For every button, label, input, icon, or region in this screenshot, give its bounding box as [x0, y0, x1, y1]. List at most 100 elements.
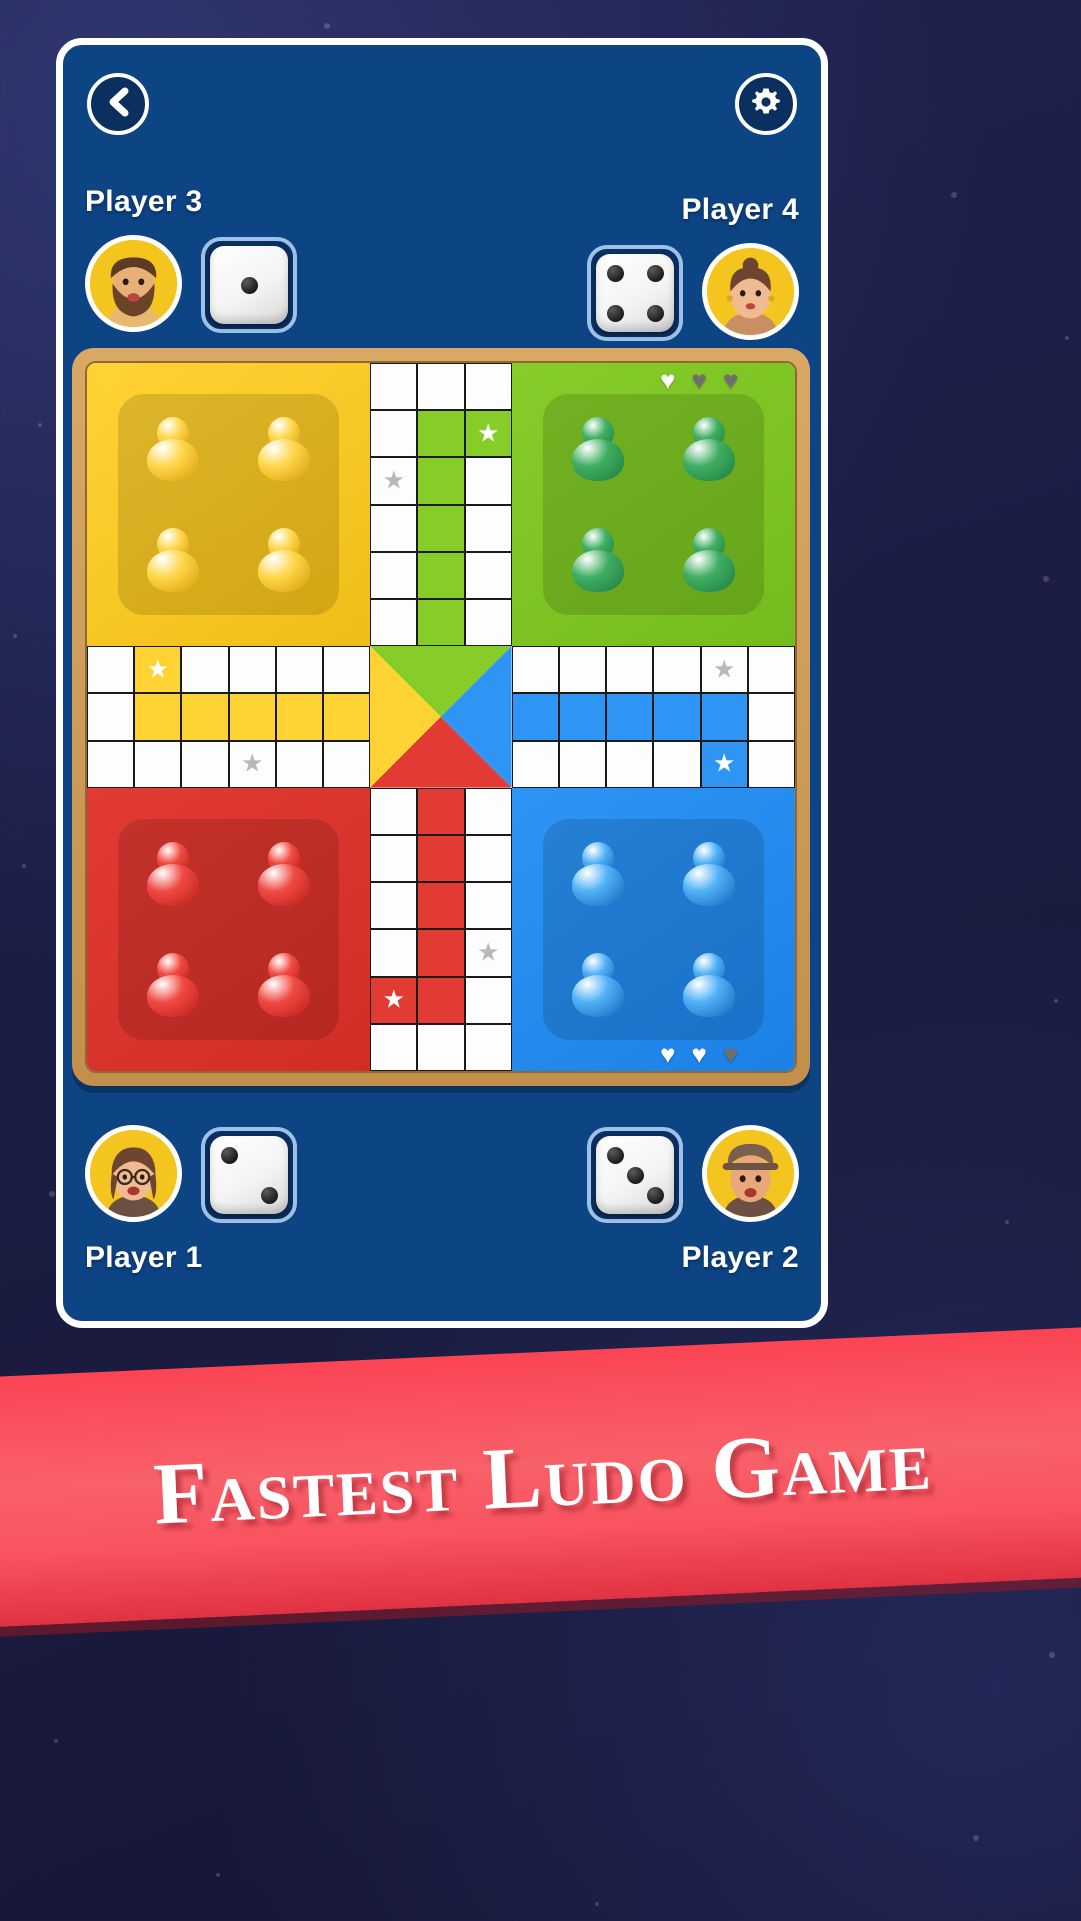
board-cell[interactable] [417, 835, 465, 883]
board-cell[interactable] [653, 740, 701, 788]
chevron-left-icon [105, 87, 131, 122]
board-cell[interactable] [181, 740, 229, 788]
board-cell[interactable] [464, 504, 512, 552]
board-cell[interactable] [417, 504, 465, 552]
board-cell[interactable] [700, 693, 748, 741]
board-cell[interactable] [417, 976, 465, 1024]
board-cell[interactable] [370, 410, 418, 458]
dice-p1[interactable] [201, 1127, 297, 1223]
board-cell[interactable] [370, 1023, 418, 1071]
avatar-p1[interactable] [85, 1125, 182, 1222]
safe-cell[interactable]: ★ [134, 646, 182, 694]
dice-pip [606, 304, 624, 322]
avatar-p4[interactable] [702, 243, 799, 340]
board-cell[interactable] [464, 363, 512, 411]
board-cell[interactable] [323, 646, 371, 694]
safe-cell[interactable]: ★ [700, 646, 748, 694]
avatar-p3[interactable] [85, 235, 182, 332]
board-cell[interactable] [87, 646, 135, 694]
star-icon: ★ [476, 938, 500, 967]
back-button[interactable] [87, 73, 149, 135]
board-cell[interactable] [417, 599, 465, 647]
board-cell[interactable] [87, 693, 135, 741]
board-cell[interactable] [417, 882, 465, 930]
board-cell[interactable] [370, 929, 418, 977]
board-cell[interactable] [511, 693, 559, 741]
board-cell[interactable] [464, 551, 512, 599]
board-cell[interactable] [275, 740, 323, 788]
dice-pip [646, 264, 664, 282]
board-cell[interactable] [747, 693, 795, 741]
board-cell[interactable] [417, 363, 465, 411]
dice-p4[interactable] [587, 245, 683, 341]
safe-cell[interactable]: ★ [370, 976, 418, 1024]
board-cell[interactable] [228, 693, 276, 741]
board-cell[interactable] [370, 882, 418, 930]
board-cell[interactable] [606, 693, 654, 741]
safe-cell[interactable]: ★ [464, 410, 512, 458]
safe-cell[interactable]: ★ [370, 457, 418, 505]
promo-banner: Fastest Ludo Game [0, 1326, 1081, 1628]
star-dot [1048, 1652, 1055, 1659]
board-cell[interactable] [370, 835, 418, 883]
safe-cell[interactable]: ★ [464, 929, 512, 977]
board-cell[interactable] [370, 551, 418, 599]
board-cell[interactable] [464, 457, 512, 505]
board-cell[interactable] [464, 1023, 512, 1071]
board-cell[interactable] [370, 363, 418, 411]
avatar-p2[interactable] [702, 1125, 799, 1222]
board-cell[interactable] [370, 504, 418, 552]
glasses-woman-avatar [90, 1130, 177, 1217]
safe-cell[interactable]: ★ [700, 740, 748, 788]
dice-pip [606, 264, 624, 282]
settings-button[interactable] [735, 73, 797, 135]
dice-pip [646, 304, 664, 322]
star-dot [48, 1191, 55, 1198]
board-cell[interactable] [181, 693, 229, 741]
board-cell[interactable] [417, 410, 465, 458]
board-cell[interactable] [464, 882, 512, 930]
board-cell[interactable] [464, 599, 512, 647]
star-icon: ★ [382, 985, 405, 1014]
board-cell[interactable] [275, 693, 323, 741]
star-icon: ★ [240, 749, 264, 778]
board-cell[interactable] [323, 693, 371, 741]
board-cell[interactable] [134, 740, 182, 788]
board-cell[interactable] [323, 740, 371, 788]
board-cell[interactable] [464, 835, 512, 883]
board-cell[interactable] [181, 646, 229, 694]
board-cell[interactable] [370, 787, 418, 835]
board-cell[interactable] [511, 646, 559, 694]
board-cell[interactable] [747, 646, 795, 694]
star-icon: ★ [146, 655, 169, 684]
board-cell[interactable] [511, 740, 559, 788]
board-cell[interactable] [417, 1023, 465, 1071]
board-cell[interactable] [606, 646, 654, 694]
board-cell[interactable] [370, 599, 418, 647]
star-dot [1053, 998, 1058, 1003]
ludo-board[interactable]: ♥♥♥ ♥♥♥ ♥♥♥ ♥♥♥ ★★★★★★★★ [72, 348, 810, 1086]
dice-p2[interactable] [587, 1127, 683, 1223]
safe-cell[interactable]: ★ [228, 740, 276, 788]
dice-p3[interactable] [201, 237, 297, 333]
board-cell[interactable] [559, 693, 607, 741]
board-cell[interactable] [134, 693, 182, 741]
board-cell[interactable] [653, 646, 701, 694]
dice-face-p3 [210, 246, 288, 324]
board-cell[interactable] [653, 693, 701, 741]
board-cell[interactable] [228, 646, 276, 694]
board-cell[interactable] [417, 929, 465, 977]
board-cell[interactable] [464, 976, 512, 1024]
star-icon: ★ [712, 749, 736, 778]
board-cell[interactable] [275, 646, 323, 694]
board-cell[interactable] [747, 740, 795, 788]
board-cell[interactable] [417, 551, 465, 599]
board-cell[interactable] [559, 646, 607, 694]
board-cell[interactable] [87, 740, 135, 788]
board-cell[interactable] [606, 740, 654, 788]
board-cell[interactable] [464, 787, 512, 835]
board-cell[interactable] [559, 740, 607, 788]
game-screen: Player 3 Player 4 Player 1 Player 2 ♥ ♥ … [56, 38, 828, 1328]
board-cell[interactable] [417, 787, 465, 835]
board-cell[interactable] [417, 457, 465, 505]
